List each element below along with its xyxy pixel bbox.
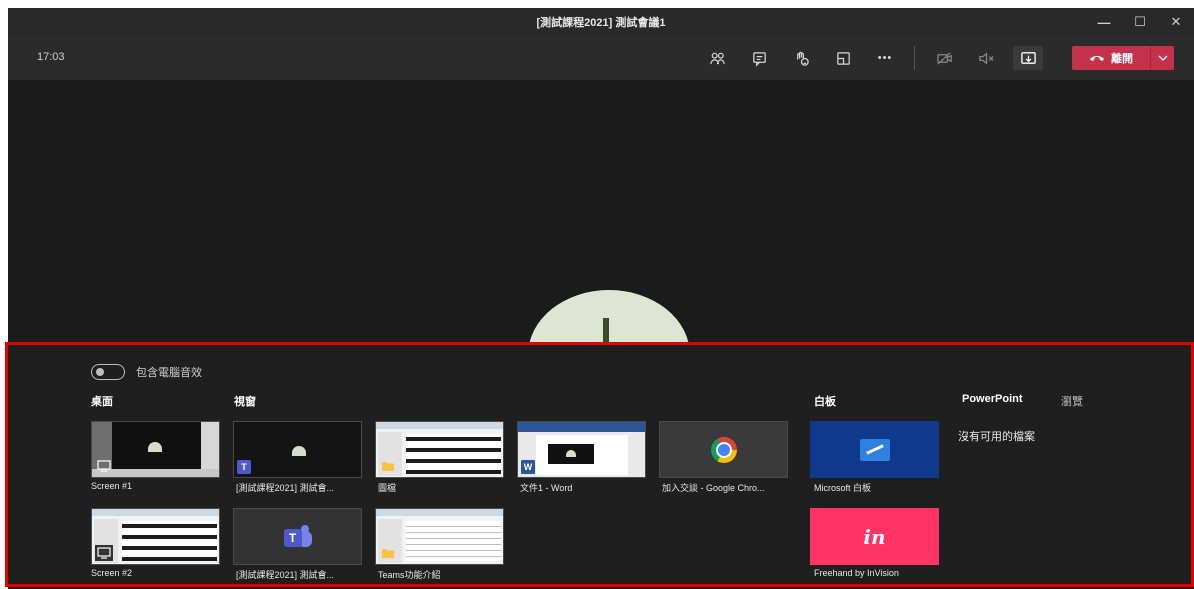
window-word-thumbnail[interactable]: W [517, 421, 646, 478]
window-teams-meeting-label: [測試課程2021] 測試會... [236, 483, 335, 493]
leave-button[interactable]: 離開 [1072, 46, 1174, 70]
participants-button[interactable] [702, 46, 732, 70]
screen-2-label: Screen #2 [91, 568, 133, 578]
minimize-icon: — [1097, 14, 1111, 30]
window-chrome-thumbnail[interactable] [659, 421, 788, 478]
window-image-folder-label: 圖檔 [378, 483, 397, 493]
hang-up-icon [1090, 56, 1104, 61]
teams-meeting-window: [測試課程2021] 測試會議1 — ☐ ✕ 17:03 ••• 離開 [8, 8, 1194, 589]
whiteboard-invision-label: Freehand by InVision [814, 568, 899, 578]
chat-icon [752, 51, 766, 67]
window-preview: T [234, 509, 361, 564]
camera-toggle-button[interactable] [929, 46, 959, 70]
whiteboard-invision-thumbnail[interactable]: in [810, 508, 939, 565]
maximize-icon: ☐ [1134, 14, 1146, 29]
screen-1-label: Screen #1 [91, 481, 133, 491]
screen-1-thumbnail[interactable] [91, 421, 220, 478]
include-audio-toggle[interactable] [91, 364, 125, 380]
reactions-button[interactable] [786, 46, 816, 70]
more-actions-button[interactable]: ••• [870, 46, 900, 70]
window-teams-app-thumbnail[interactable]: T [233, 508, 362, 565]
camera-off-icon [936, 51, 952, 65]
breakout-rooms-icon [836, 51, 850, 65]
breakout-rooms-button[interactable] [828, 46, 858, 70]
window-teams-intro-label: Teams功能介紹 [378, 570, 441, 580]
browse-link[interactable]: 瀏覽 [1061, 393, 1083, 409]
whiteboard-microsoft-thumbnail[interactable] [810, 421, 939, 478]
monitor-icon [95, 458, 113, 474]
whiteboard-microsoft-label: Microsoft 白板 [814, 483, 872, 493]
word-icon: W [521, 460, 535, 474]
more-icon: ••• [877, 52, 893, 64]
share-tray-icon [1020, 51, 1036, 64]
window-preview [660, 422, 787, 477]
window-word-label: 文件1 - Word [520, 483, 573, 493]
section-desktop: 桌面 [91, 396, 113, 408]
meeting-toolbar: 17:03 ••• 離開 [8, 36, 1194, 80]
meeting-clock: 17:03 [37, 51, 65, 63]
mic-muted-icon [978, 52, 994, 64]
window-teams-intro-thumbnail[interactable] [375, 508, 504, 565]
monitor-icon [95, 545, 113, 561]
window-chrome-label: 加入交談 - Google Chro... [662, 483, 765, 493]
teams-icon: T [283, 524, 312, 549]
chevron-down-icon [1158, 55, 1167, 61]
no-files-message: 沒有可用的檔案 [958, 431, 1035, 443]
include-audio-label: 包含電腦音效 [136, 367, 202, 379]
window-image-folder-thumbnail[interactable] [375, 421, 504, 478]
window-controls: — ☐ ✕ [1086, 8, 1194, 36]
folder-icon [379, 545, 397, 561]
close-icon: ✕ [1170, 14, 1182, 29]
section-powerpoint: PowerPoint [962, 393, 1023, 405]
meeting-stage [8, 80, 1194, 420]
toolbar-divider [914, 46, 915, 70]
section-window: 視窗 [234, 396, 256, 408]
mic-toggle-button[interactable] [971, 46, 1001, 70]
title-bar: [測試課程2021] 測試會議1 — ☐ ✕ [8, 8, 1194, 36]
teams-icon: T [237, 460, 251, 474]
window-preview [518, 422, 645, 477]
close-button[interactable]: ✕ [1158, 8, 1194, 36]
window-teams-meeting-thumbnail[interactable]: T [233, 421, 362, 478]
minimize-button[interactable]: — [1086, 8, 1122, 36]
leave-options-button[interactable] [1150, 46, 1174, 70]
chat-button[interactable] [744, 46, 774, 70]
screen-2-thumbnail[interactable] [91, 508, 220, 565]
meeting-controls: ••• [702, 46, 1055, 70]
include-audio-row: 包含電腦音效 [91, 364, 202, 380]
whiteboard-icon [859, 438, 890, 461]
share-content-button[interactable] [1013, 46, 1043, 70]
window-title: [測試課程2021] 測試會議1 [536, 17, 666, 29]
leave-label: 離開 [1111, 53, 1133, 65]
whiteboard-preview [810, 421, 939, 478]
section-whiteboard: 白板 [814, 396, 836, 408]
participants-icon [709, 52, 725, 64]
window-teams-app-label: [測試課程2021] 測試會... [236, 570, 335, 580]
chrome-icon [710, 436, 737, 463]
window-preview [234, 422, 361, 477]
whiteboard-preview: in [810, 508, 939, 565]
folder-icon [379, 458, 397, 474]
raise-hand-icon [796, 51, 809, 66]
leave-main-button[interactable]: 離開 [1072, 50, 1150, 66]
invision-icon: in [863, 524, 886, 549]
maximize-button[interactable]: ☐ [1122, 8, 1158, 36]
